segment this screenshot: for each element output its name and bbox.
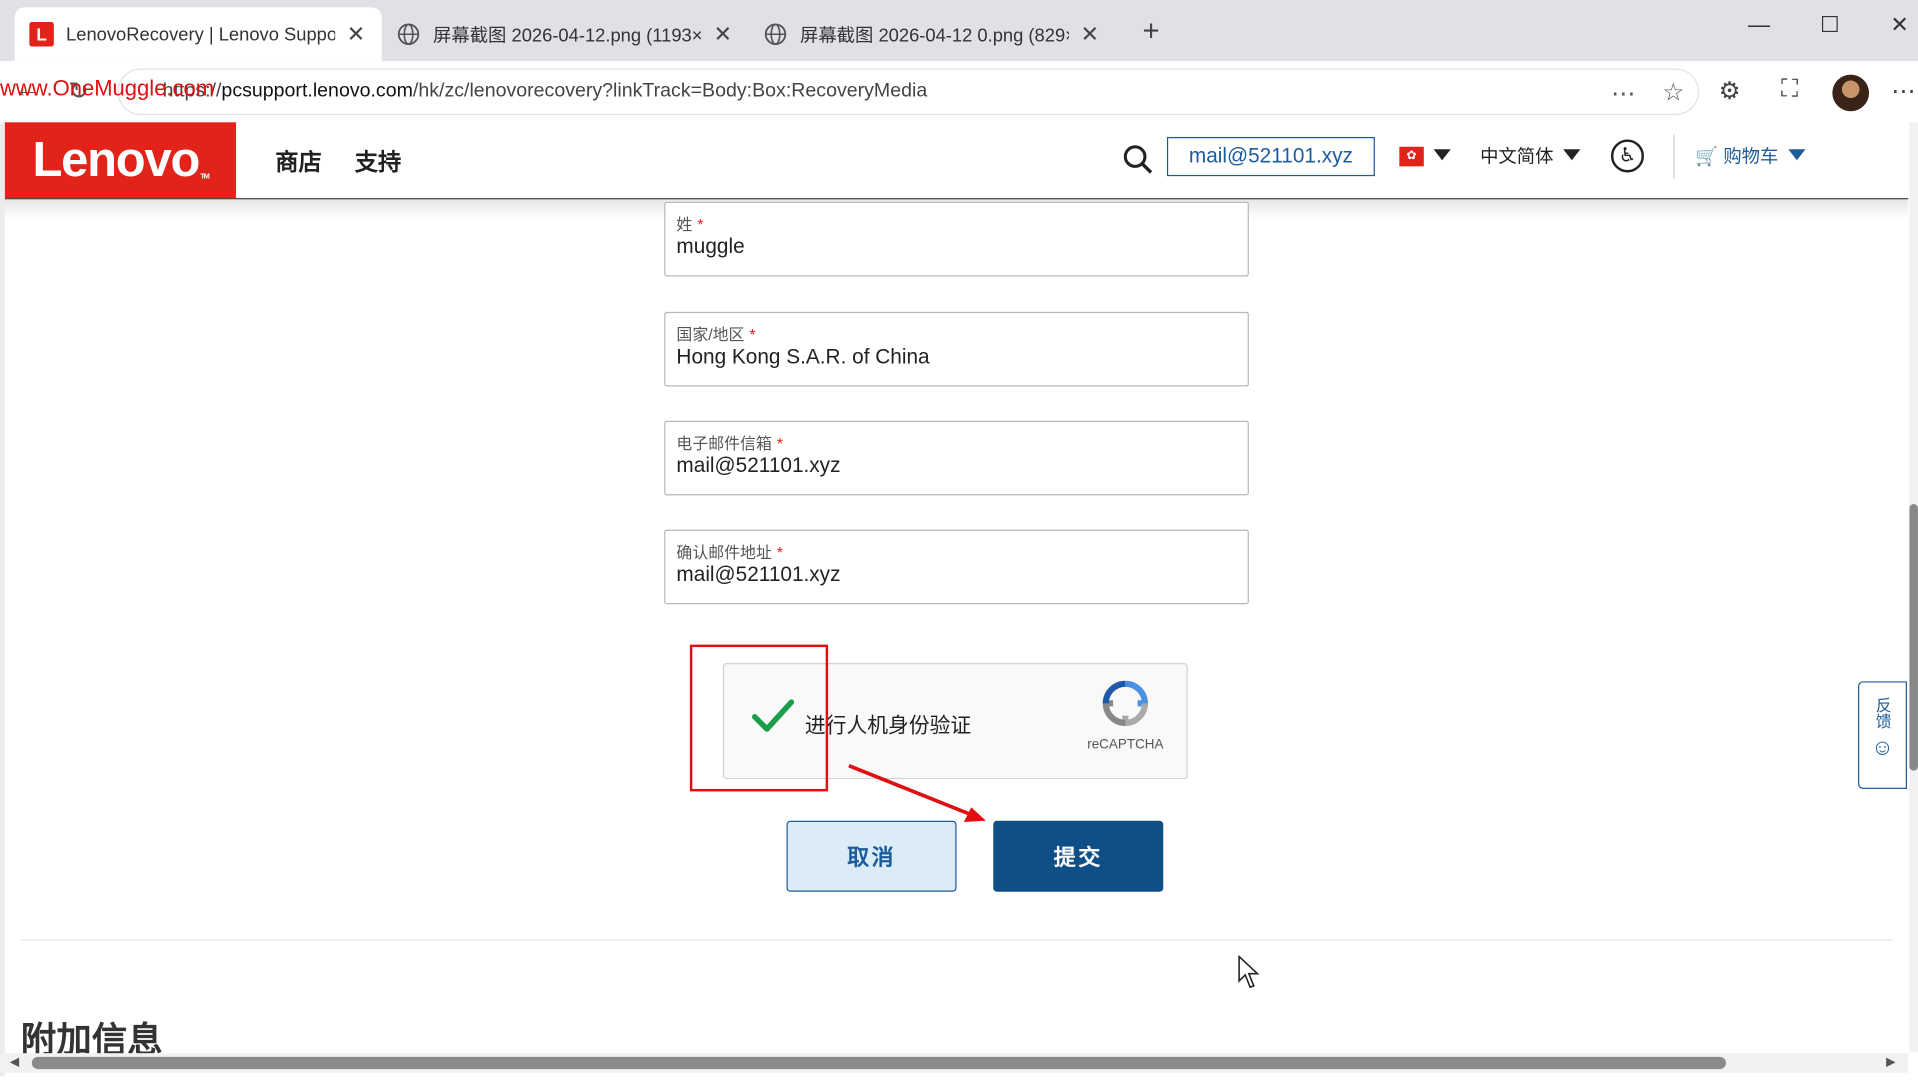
scroll-left-icon[interactable]: ◀ xyxy=(10,1056,19,1069)
email-field[interactable]: 电子邮件信箱 * mail@521101.xyz xyxy=(664,420,1249,496)
cart-button[interactable]: 🛒 购物车 xyxy=(1695,143,1778,169)
submit-button[interactable]: 提交 xyxy=(993,820,1164,892)
country-value[interactable]: Hong Kong S.A.R. of China xyxy=(676,345,929,369)
horizontal-scrollbar[interactable]: ◀ ▶ xyxy=(0,1053,1909,1073)
maximize-button[interactable]: ☐ xyxy=(1812,12,1849,38)
globe-icon xyxy=(396,22,420,46)
tab-lenovo-recovery[interactable]: L LenovoRecovery | Lenovo Support ✕ xyxy=(14,7,382,62)
lenovo-logo[interactable]: Lenovo TM xyxy=(4,122,237,199)
confirm-email-value[interactable]: mail@521101.xyz xyxy=(676,563,840,587)
close-tab-icon[interactable]: ✕ xyxy=(712,21,734,47)
cart-icon: 🛒 xyxy=(1695,146,1719,168)
globe-icon xyxy=(763,22,787,46)
language-selector[interactable]: 中文简体 xyxy=(1480,143,1553,169)
reader-icon[interactable]: ⋯ xyxy=(1611,78,1635,109)
new-tab-button[interactable]: + xyxy=(1135,15,1167,49)
cancel-button[interactable]: 取消 xyxy=(786,820,957,892)
recaptcha-icon xyxy=(1102,680,1148,726)
minimize-button[interactable]: — xyxy=(1741,12,1778,38)
chevron-down-icon[interactable] xyxy=(1563,149,1581,161)
chevron-down-icon[interactable] xyxy=(1433,149,1451,161)
smile-icon: ☺ xyxy=(1871,735,1894,760)
last-name-field[interactable]: 姓 * muggle xyxy=(664,201,1249,277)
extensions-icon[interactable]: ⚙ xyxy=(1719,76,1741,107)
mouse-cursor-icon xyxy=(1238,955,1260,989)
url-text: https://pcsupport.lenovo.com/hk/zc/lenov… xyxy=(162,80,928,102)
watermark-text: www.OneMuggle.com xyxy=(0,75,215,101)
email-value[interactable]: mail@521101.xyz xyxy=(676,454,840,478)
page-edge xyxy=(0,122,5,1077)
close-tab-icon[interactable]: ✕ xyxy=(1079,21,1101,47)
divider xyxy=(1673,134,1675,179)
scroll-thumb[interactable] xyxy=(1909,503,1918,771)
tab-bar: L LenovoRecovery | Lenovo Support ✕ 屏幕截图… xyxy=(0,0,1918,62)
accessibility-icon[interactable]: ♿ xyxy=(1610,139,1644,173)
more-menu-icon[interactable]: ⋯ xyxy=(1891,76,1915,107)
annotation-box xyxy=(689,644,829,792)
hong-kong-flag-icon[interactable]: ✿ xyxy=(1399,146,1424,167)
confirm-email-field[interactable]: 确认邮件地址 * mail@521101.xyz xyxy=(664,529,1249,605)
recaptcha-logo: reCAPTCHA xyxy=(1081,679,1169,752)
feedback-tab[interactable]: 反馈 ☺ xyxy=(1858,681,1907,789)
search-icon[interactable] xyxy=(1120,142,1154,176)
vertical-scrollbar[interactable] xyxy=(1909,122,1918,1052)
profile-avatar[interactable] xyxy=(1832,74,1870,112)
scroll-right-icon[interactable]: ▶ xyxy=(1886,1056,1895,1069)
scroll-thumb[interactable] xyxy=(31,1056,1726,1070)
close-tab-icon[interactable]: ✕ xyxy=(345,21,367,47)
lenovo-favicon: L xyxy=(29,22,54,47)
browser-window: L LenovoRecovery | Lenovo Support ✕ 屏幕截图… xyxy=(0,0,1918,1080)
address-bar: ← ↻ https://pcsupport.lenovo.com/hk/zc/l… xyxy=(0,61,1918,123)
url-field[interactable]: https://pcsupport.lenovo.com/hk/zc/lenov… xyxy=(117,68,1700,115)
tab-screenshot-1[interactable]: 屏幕截图 2026-04-12.png (1193×9 ✕ xyxy=(382,7,749,61)
chevron-down-icon[interactable] xyxy=(1788,149,1806,161)
tab-screenshot-2[interactable]: 屏幕截图 2026-04-12 0.png (829× ✕ xyxy=(749,7,1116,61)
site-header: Lenovo TM 商店 支持 mail@521101.xyz ✿ 中文简体 ♿ … xyxy=(4,122,1909,200)
favorite-star-icon[interactable]: ☆ xyxy=(1662,77,1684,108)
close-window-button[interactable]: ✕ xyxy=(1881,12,1918,38)
country-field[interactable]: 国家/地区 * Hong Kong S.A.R. of China xyxy=(664,311,1249,387)
nav-support[interactable]: 支持 xyxy=(355,144,402,177)
last-name-value[interactable]: muggle xyxy=(676,235,744,259)
nav-store[interactable]: 商店 xyxy=(275,144,322,177)
captcha-label: 进行人机身份验证 xyxy=(804,714,972,738)
section-divider xyxy=(20,939,1893,941)
account-button[interactable]: mail@521101.xyz xyxy=(1166,136,1375,177)
screenshot-icon[interactable]: ⛶ xyxy=(1781,76,1798,104)
